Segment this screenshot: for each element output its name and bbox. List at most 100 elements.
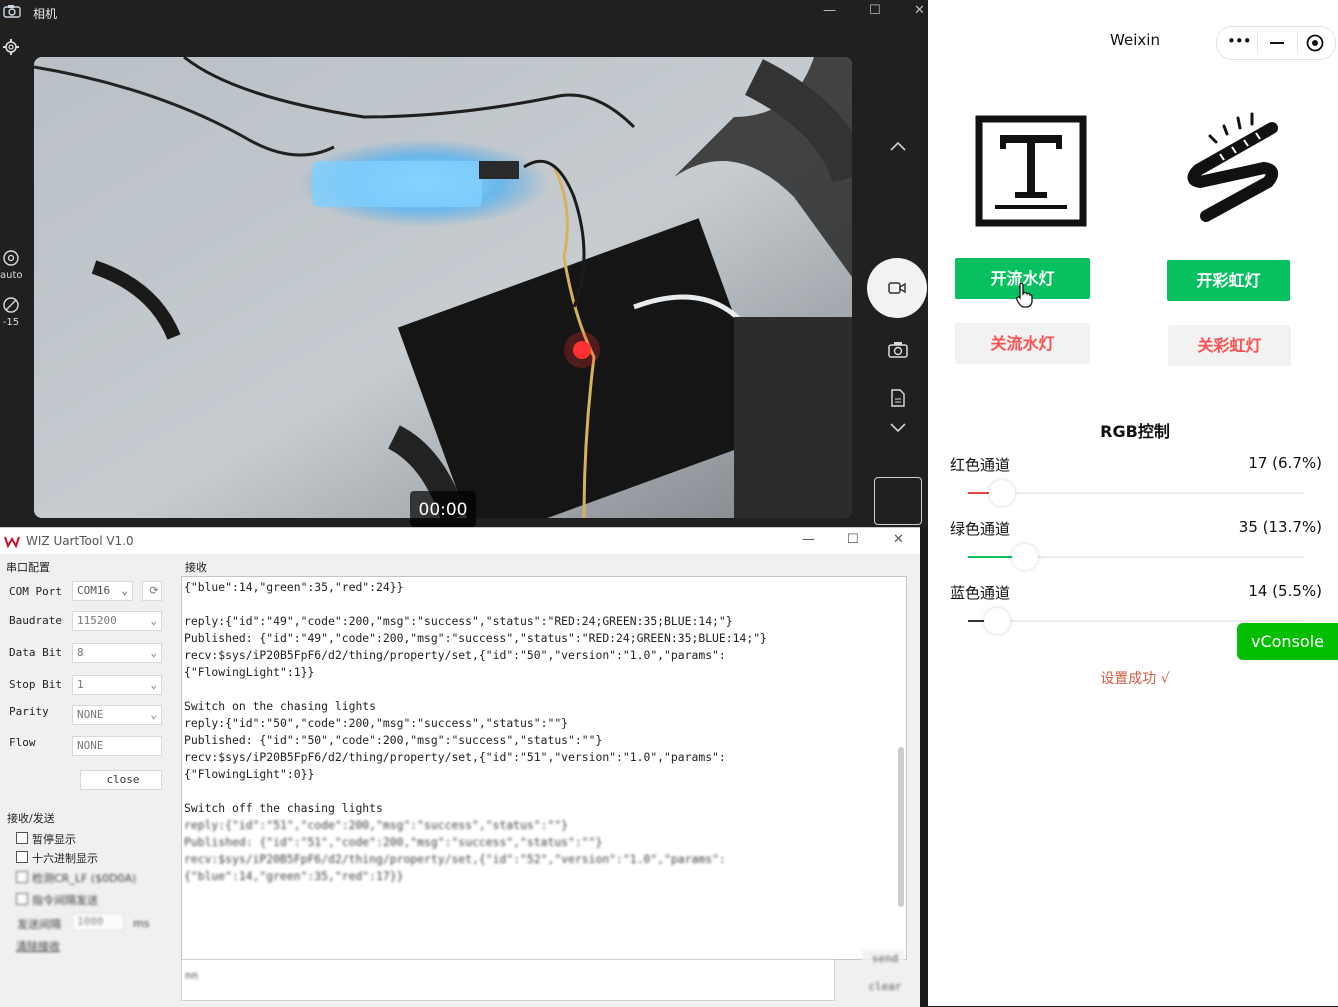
last-capture-thumbnail[interactable] (874, 477, 922, 525)
stop-bit-label: Stop Bit (9, 678, 62, 691)
crlf-checkbox[interactable]: 检测CR_LF ($0D0A) (16, 870, 136, 886)
refresh-icon: ⟳ (149, 584, 159, 597)
baudrate-label: Baudrate (9, 614, 62, 627)
option-label: 暂停显示 (32, 833, 76, 846)
clear-receive-link[interactable]: 清除接收 (16, 938, 60, 954)
chevron-up-icon[interactable] (889, 140, 907, 152)
minimize-icon[interactable] (1270, 42, 1284, 44)
receive-log: {"blue":14,"green":35,"red":24}} reply:{"… (181, 576, 907, 960)
recording-timer: 00:00 (410, 491, 476, 527)
channel-value: 14 (5.5%) (1248, 582, 1322, 600)
chevron-down-icon: ⌄ (150, 614, 157, 627)
uart-tool-window: WIZ UartTool V1.0 — ☐ ✕ 串口配置 接收 COM Port… (0, 527, 920, 1007)
interval-label: 发送间隔 (17, 918, 61, 931)
channel-slider-knob[interactable] (989, 480, 1015, 506)
capsule-divider (1257, 33, 1258, 53)
stop-bit-value: 1 (77, 678, 84, 691)
com-port-select[interactable]: COM16 ⌄ (72, 581, 133, 601)
uart-minimize-button[interactable]: — (802, 532, 815, 547)
log-line: recv:$sys/iP20B5FpF6/d2/thing/property/s… (184, 648, 726, 662)
channel-value: 35 (13.7%) (1238, 518, 1322, 536)
data-bit-label: Data Bit (9, 646, 62, 659)
recv-send-title: 接收/发送 (7, 812, 55, 825)
interval-unit: ms (133, 917, 150, 930)
rainbow-light-off-button[interactable]: 关彩虹灯 (1168, 325, 1291, 366)
com-port-value: COM16 (77, 584, 111, 597)
send-button[interactable]: send (862, 950, 904, 970)
rainbow-light-on-button[interactable]: 开彩虹灯 (1167, 260, 1290, 301)
focus-auto-control[interactable]: auto (0, 249, 23, 281)
camera-minimize-button[interactable]: — (823, 3, 836, 18)
chevron-down-icon: ⌄ (150, 708, 157, 721)
chevron-down-icon: ⌄ (150, 646, 157, 659)
log-line: recv:$sys/iP20B5FpF6/d2/thing/property/s… (184, 852, 726, 866)
interval-send-checkbox[interactable]: 指令间隔发送 (16, 892, 98, 908)
close-target-icon[interactable] (1305, 33, 1325, 53)
receive-title: 接收 (185, 561, 207, 574)
photo-camera-icon[interactable] (888, 341, 908, 358)
vconsole-button[interactable]: vConsole (1237, 623, 1338, 660)
uart-close-button[interactable]: ✕ (893, 532, 904, 547)
uart-title: WIZ UartTool V1.0 (26, 534, 134, 548)
send-input[interactable]: nn (181, 959, 835, 1001)
flowing-light-off-button[interactable]: 关流水灯 (955, 323, 1090, 364)
chevron-down-icon: ⌄ (150, 678, 157, 691)
document-icon[interactable] (890, 389, 906, 407)
settings-gear-icon[interactable] (2, 38, 20, 56)
chevron-down-icon[interactable] (889, 422, 907, 434)
camera-maximize-button[interactable]: ☐ (869, 3, 881, 18)
refresh-ports-button[interactable]: ⟳ (142, 581, 162, 601)
channel-slider-fill (968, 492, 991, 494)
log-line: {"FlowingLight":0}} (184, 767, 315, 781)
log-line: Published: {"id":"51","code":200,"msg":"… (184, 835, 603, 849)
log-line: Switch off the chasing lights (184, 801, 383, 815)
hex-display-checkbox[interactable]: 十六进制显示 (16, 850, 98, 866)
channel-slider-knob[interactable] (1012, 544, 1038, 570)
log-scrollbar[interactable] (898, 747, 904, 907)
weixin-panel: Weixin ••• 开流水灯 开彩虹灯 关流水灯 关彩虹灯 RGB控制 红色通… (928, 0, 1338, 1006)
chevron-down-icon: ⌄ (121, 584, 128, 597)
option-label: 指令间隔发送 (32, 894, 98, 907)
video-record-button[interactable] (867, 258, 927, 318)
camera-window: 相机 — ☐ ✕ auto -15 00:00 (0, 0, 928, 527)
checkbox-box (16, 893, 28, 905)
exposure-label: -15 (2, 317, 20, 328)
checkbox-box (16, 871, 28, 883)
uart-maximize-button[interactable]: ☐ (847, 532, 859, 547)
more-menu-icon[interactable]: ••• (1227, 32, 1252, 50)
camera-title: 相机 (33, 7, 58, 21)
camera-scene-image (34, 57, 852, 518)
camera-close-button[interactable]: ✕ (914, 3, 925, 18)
uart-titlebar: WIZ UartTool V1.0 — ☐ ✕ (0, 528, 920, 554)
channel-slider-track[interactable] (968, 492, 1304, 494)
data-bit-select[interactable]: 8 ⌄ (72, 643, 162, 663)
hand-cursor-icon (1016, 282, 1033, 308)
light-strip-icon (1187, 112, 1279, 222)
log-line: Switch on the chasing lights (184, 699, 377, 713)
flow-label: Flow (9, 736, 36, 749)
flow-select[interactable]: NONE (72, 736, 162, 756)
channel-value: 17 (6.7%) (1248, 454, 1322, 472)
status-message: 设置成功 √ (1100, 671, 1170, 687)
channel-slider-knob[interactable] (984, 608, 1010, 634)
pause-display-checkbox[interactable]: 暂停显示 (16, 831, 76, 847)
channel-slider-track[interactable] (968, 620, 1304, 622)
log-line: reply:{"id":"50","code":200,"msg":"succe… (184, 716, 569, 730)
rgb-control-title: RGB控制 (1100, 422, 1170, 441)
clear-send-button[interactable]: clear (862, 978, 904, 998)
checkbox-box (16, 851, 28, 863)
exposure-control[interactable]: -15 (0, 296, 22, 328)
capsule-divider (1297, 33, 1298, 53)
log-lines: {"blue":14,"green":35,"red":24}} reply:{"… (184, 579, 767, 885)
baudrate-select[interactable]: 115200 ⌄ (72, 611, 162, 631)
auto-label: auto (0, 270, 23, 281)
interval-input[interactable]: 1000 (72, 913, 124, 931)
camera-preview (34, 57, 852, 518)
close-port-button[interactable]: close (80, 770, 162, 790)
parity-select[interactable]: NONE ⌄ (72, 705, 162, 725)
log-line: recv:$sys/iP20B5FpF6/d2/thing/property/s… (184, 750, 726, 764)
stop-bit-select[interactable]: 1 ⌄ (72, 675, 162, 695)
channel-label: 红色通道 (950, 456, 1011, 474)
camera-titlebar: 相机 — ☐ ✕ (0, 0, 928, 26)
